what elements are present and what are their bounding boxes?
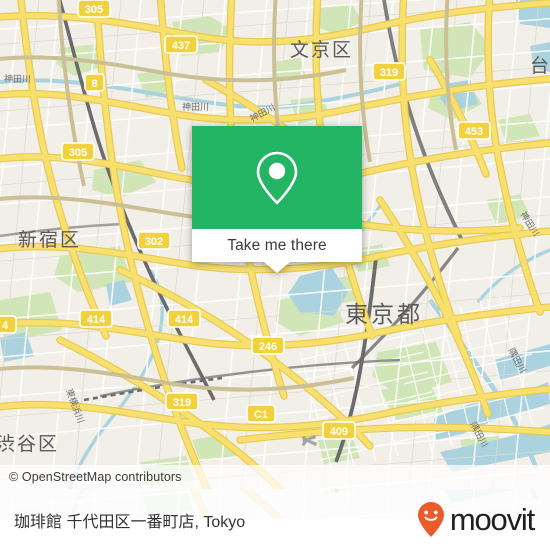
take-me-there-label: Take me there: [227, 236, 327, 254]
svg-text:新宿区: 新宿区: [18, 229, 81, 251]
svg-text:414: 414: [87, 314, 106, 326]
take-me-there-button[interactable]: Take me there: [192, 229, 362, 273]
svg-text:台東: 台東: [530, 55, 550, 77]
svg-text:神田川: 神田川: [182, 101, 209, 113]
take-me-there-popup[interactable]: Take me there: [192, 126, 362, 273]
svg-text:246: 246: [259, 341, 277, 353]
footer-bar: 珈琲館 千代田区一番町店, Tokyo moovit: [0, 489, 550, 550]
svg-text:437: 437: [172, 40, 190, 52]
svg-text:305: 305: [69, 147, 87, 159]
svg-text:302: 302: [145, 236, 163, 248]
popup-pin-panel: [192, 126, 362, 229]
svg-text:8: 8: [91, 78, 97, 90]
map-pin-icon: [256, 151, 298, 204]
svg-text:C1: C1: [254, 409, 268, 421]
svg-text:319: 319: [173, 397, 191, 409]
svg-text:渋谷区: 渋谷区: [0, 433, 59, 455]
moovit-map-share-card: 文京区 台東 新宿区 東京都 渋谷区 神田川 神田川 神田川 神田川 隅田川 隅…: [0, 0, 550, 550]
moovit-brand[interactable]: moovit: [416, 501, 550, 539]
svg-text:453: 453: [465, 126, 483, 138]
osm-attribution[interactable]: © OpenStreetMap contributors: [0, 465, 550, 489]
svg-text:4: 4: [2, 320, 9, 332]
svg-text:409: 409: [330, 426, 348, 438]
svg-text:414: 414: [175, 314, 194, 326]
svg-text:319: 319: [380, 67, 398, 79]
place-title: 珈琲館 千代田区一番町店, Tokyo: [14, 513, 246, 531]
svg-text:東京都: 東京都: [345, 302, 423, 328]
moovit-wordmark: moovit: [449, 502, 535, 537]
svg-text:305: 305: [85, 4, 103, 16]
svg-text:神田川: 神田川: [4, 73, 31, 85]
moovit-pin-smile-icon: [417, 501, 444, 537]
osm-attribution-text: © OpenStreetMap contributors: [9, 470, 182, 484]
svg-text:文京区: 文京区: [290, 39, 353, 61]
popup-tail: [264, 262, 290, 273]
